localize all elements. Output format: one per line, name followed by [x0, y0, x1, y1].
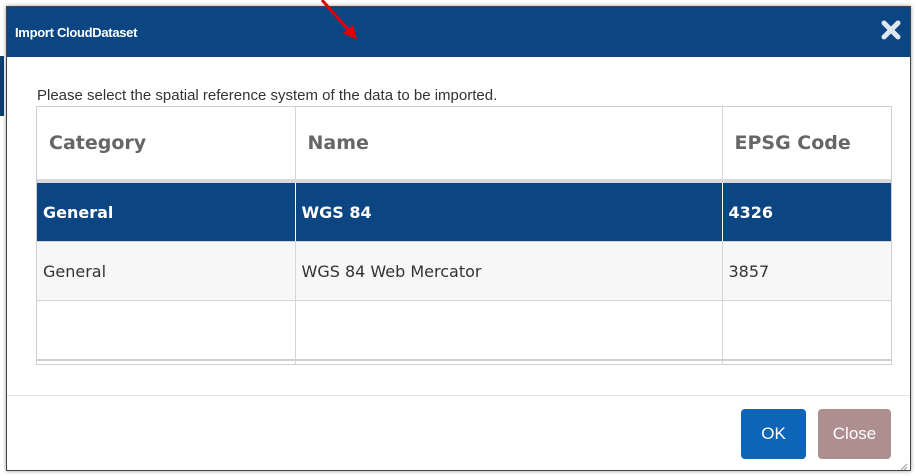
cell-empty: [722, 300, 891, 361]
table-row-empty: [37, 300, 891, 361]
background-window-edge: [0, 56, 4, 116]
table-header-row: Category Name EPSG Code: [37, 107, 891, 183]
resize-grip-icon[interactable]: [898, 458, 908, 471]
import-dialog: Import CloudDataset Please select the sp…: [6, 6, 911, 471]
close-button[interactable]: Close: [818, 409, 891, 459]
table-row-empty: [37, 360, 891, 364]
cell-empty: [295, 300, 723, 361]
column-header-name[interactable]: Name: [295, 107, 723, 183]
dialog-title: Import CloudDataset: [15, 24, 138, 40]
cell-epsg: 4326: [722, 181, 891, 242]
cell-category: General: [37, 241, 296, 301]
footer-divider: [7, 395, 910, 396]
cell-empty: [722, 360, 891, 364]
cell-name: WGS 84 Web Mercator: [295, 241, 723, 301]
cell-category: General: [37, 181, 296, 242]
column-header-category[interactable]: Category: [37, 107, 296, 183]
cell-empty: [295, 360, 723, 364]
column-header-epsg[interactable]: EPSG Code: [722, 107, 891, 183]
ok-button[interactable]: OK: [741, 409, 806, 459]
dialog-titlebar[interactable]: Import CloudDataset: [7, 7, 910, 57]
cell-empty: [37, 360, 296, 364]
cell-epsg: 3857: [722, 241, 891, 301]
srs-table: Category Name EPSG Code General WGS 84 4…: [36, 106, 892, 365]
table-row[interactable]: General WGS 84 Web Mercator 3857: [37, 241, 891, 301]
table-row-selected[interactable]: General WGS 84 4326: [37, 181, 891, 242]
instruction-text: Please select the spatial reference syst…: [37, 87, 498, 104]
cell-empty: [37, 300, 296, 361]
close-icon[interactable]: [880, 19, 902, 41]
cell-name: WGS 84: [295, 181, 723, 242]
